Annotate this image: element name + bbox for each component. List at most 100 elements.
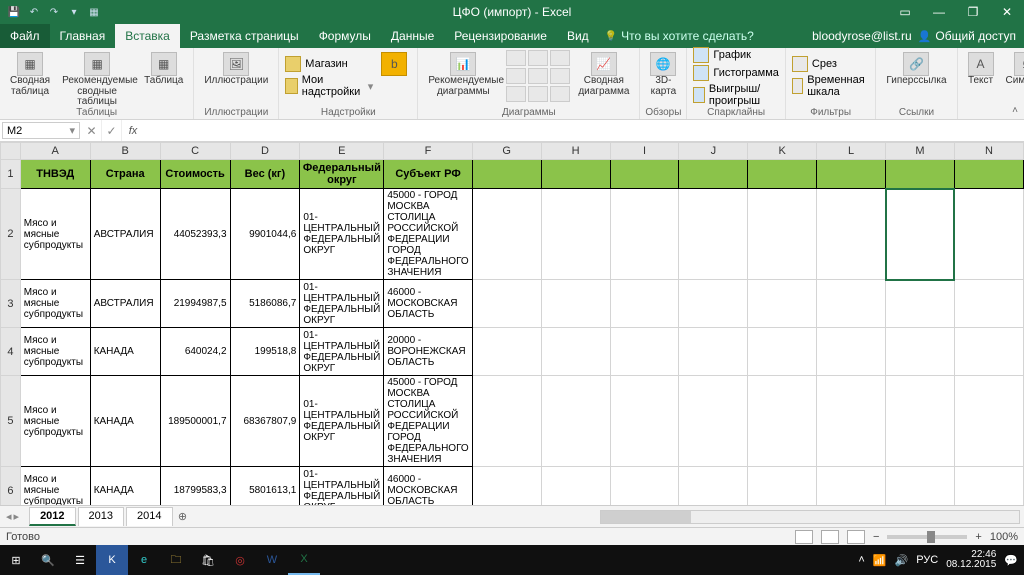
view-page-break-button[interactable] <box>847 530 865 544</box>
col-header-K[interactable]: K <box>748 143 817 160</box>
cell-J5[interactable] <box>679 376 748 467</box>
cell-D4[interactable]: 199518,8 <box>230 328 300 376</box>
taskbar-edge[interactable]: e <box>128 545 160 575</box>
col-header-N[interactable]: N <box>954 143 1023 160</box>
cell-G4[interactable] <box>472 328 541 376</box>
cell-E4[interactable]: 01-ЦЕНТРАЛЬНЫЙ ФЕДЕРАЛЬНЫЙ ОКРУГ <box>300 328 384 376</box>
sparkline-winloss-button[interactable]: Выигрыш/проигрыш <box>693 83 779 107</box>
row-header-1[interactable]: 1 <box>1 160 21 189</box>
col-header-C[interactable]: C <box>160 143 230 160</box>
zoom-in-button[interactable]: + <box>975 531 981 543</box>
cell-C2[interactable]: 44052393,3 <box>160 189 230 280</box>
illustrations-button[interactable]: 🖼Иллюстрации <box>200 50 272 89</box>
taskbar-store[interactable]: 🛍 <box>192 545 224 575</box>
horizontal-scrollbar[interactable] <box>600 510 1020 524</box>
tray-language[interactable]: РУС <box>916 554 938 566</box>
cell-J6[interactable] <box>679 467 748 506</box>
view-page-layout-button[interactable] <box>821 530 839 544</box>
tray-network-icon[interactable]: 📶 <box>873 554 887 567</box>
name-box[interactable]: M2▾ <box>2 122 80 139</box>
cell-C4[interactable]: 640024,2 <box>160 328 230 376</box>
tab-view[interactable]: Вид <box>557 24 599 48</box>
cell-J2[interactable] <box>679 189 748 280</box>
cell-A4[interactable]: Мясо и мясные субпродукты <box>20 328 90 376</box>
cell-M3[interactable] <box>886 280 955 328</box>
recommended-charts-button[interactable]: 📊Рекомендуемые диаграммы <box>424 50 502 99</box>
close-button[interactable]: ✕ <box>990 0 1024 24</box>
cell-L2[interactable] <box>817 189 886 280</box>
zoom-level[interactable]: 100% <box>990 531 1018 543</box>
taskbar-app-2[interactable]: ◎ <box>224 545 256 575</box>
tab-review[interactable]: Рецензирование <box>444 24 557 48</box>
symbols-button[interactable]: ΩСимволы <box>1002 50 1024 89</box>
cell-K3[interactable] <box>748 280 817 328</box>
cell-J3[interactable] <box>679 280 748 328</box>
cell-N6[interactable] <box>954 467 1023 506</box>
cell-G5[interactable] <box>472 376 541 467</box>
row-header-4[interactable]: 4 <box>1 328 21 376</box>
col-header-J[interactable]: J <box>679 143 748 160</box>
zoom-slider[interactable] <box>887 535 967 539</box>
cell-D6[interactable]: 5801613,1 <box>230 467 300 506</box>
pivot-chart-button[interactable]: 📈Сводная диаграмма <box>574 50 633 99</box>
account-label[interactable]: bloodyrose@list.ru <box>812 29 912 43</box>
cell-F5[interactable]: 45000 - ГОРОД МОСКВА СТОЛИЦА РОССИЙСКОЙ … <box>384 376 472 467</box>
cell-H6[interactable] <box>541 467 610 506</box>
slicer-button[interactable]: Срез <box>792 56 869 72</box>
cell-C6[interactable]: 18799583,3 <box>160 467 230 506</box>
col-header-F[interactable]: F <box>384 143 472 160</box>
collapse-ribbon-button[interactable]: ˄ <box>1008 103 1022 117</box>
cell-B3[interactable]: АВСТРАЛИЯ <box>90 280 160 328</box>
taskbar-excel[interactable]: X <box>288 545 320 575</box>
my-addins-button[interactable]: Мои надстройки▾ <box>285 74 373 98</box>
cell-H4[interactable] <box>541 328 610 376</box>
cell-K5[interactable] <box>748 376 817 467</box>
cell-B2[interactable]: АВСТРАЛИЯ <box>90 189 160 280</box>
sheet-tab-2012[interactable]: 2012 <box>29 507 75 526</box>
add-sheet-button[interactable]: ⊕ <box>173 510 193 523</box>
fx-icon[interactable]: fx <box>122 120 144 141</box>
cell-L4[interactable] <box>817 328 886 376</box>
cell-F6[interactable]: 46000 - МОСКОВСКАЯ ОБЛАСТЬ <box>384 467 472 506</box>
recommended-pivot-button[interactable]: ▦Рекомендуемые сводные таблицы <box>58 50 136 110</box>
sheet-nav-last[interactable]: ▸ <box>14 510 20 523</box>
cell-C5[interactable]: 189500001,7 <box>160 376 230 467</box>
cell-G6[interactable] <box>472 467 541 506</box>
sheet-nav-first[interactable]: ◂ <box>6 510 12 523</box>
cell-E2[interactable]: 01-ЦЕНТРАЛЬНЫЙ ФЕДЕРАЛЬНЫЙ ОКРУГ <box>300 189 384 280</box>
cell-L6[interactable] <box>817 467 886 506</box>
tray-expand-icon[interactable]: ˄ <box>858 554 864 566</box>
taskbar-word[interactable]: W <box>256 545 288 575</box>
cell-L5[interactable] <box>817 376 886 467</box>
cell-I3[interactable] <box>610 280 679 328</box>
cell-C3[interactable]: 21994987,5 <box>160 280 230 328</box>
cell-M4[interactable] <box>886 328 955 376</box>
3d-map-button[interactable]: 🌐3D- карта <box>646 50 680 99</box>
cell-F2[interactable]: 45000 - ГОРОД МОСКВА СТОЛИЦА РОССИЙСКОЙ … <box>384 189 472 280</box>
ribbon-options-icon[interactable]: ▭ <box>888 0 922 24</box>
row-header-5[interactable]: 5 <box>1 376 21 467</box>
cell-B5[interactable]: КАНАДА <box>90 376 160 467</box>
hyperlink-button[interactable]: 🔗Гиперссылка <box>882 50 950 89</box>
col-header-M[interactable]: M <box>886 143 955 160</box>
col-header-G[interactable]: G <box>472 143 541 160</box>
undo-icon[interactable]: ↶ <box>26 4 42 20</box>
col-header-E[interactable]: E <box>300 143 384 160</box>
cell-D2[interactable]: 9901044,6 <box>230 189 300 280</box>
cell-F4[interactable]: 20000 - ВОРОНЕЖСКАЯ ОБЛАСТЬ <box>384 328 472 376</box>
tab-file[interactable]: Файл <box>0 24 50 48</box>
row-header-6[interactable]: 6 <box>1 467 21 506</box>
cell-A3[interactable]: Мясо и мясные субпродукты <box>20 280 90 328</box>
cell-A5[interactable]: Мясо и мясные субпродукты <box>20 376 90 467</box>
tray-notifications-icon[interactable]: 💬 <box>1004 554 1018 567</box>
cell-M5[interactable] <box>886 376 955 467</box>
cell-D5[interactable]: 68367807,9 <box>230 376 300 467</box>
tray-clock[interactable]: 22:4608.12.2015 <box>946 550 996 571</box>
sparkline-line-button[interactable]: График <box>693 47 779 63</box>
tab-page-layout[interactable]: Разметка страницы <box>180 24 309 48</box>
cell-N4[interactable] <box>954 328 1023 376</box>
taskbar-app-1[interactable]: K <box>96 545 128 575</box>
tab-data[interactable]: Данные <box>381 24 444 48</box>
cell-I6[interactable] <box>610 467 679 506</box>
cell-H3[interactable] <box>541 280 610 328</box>
